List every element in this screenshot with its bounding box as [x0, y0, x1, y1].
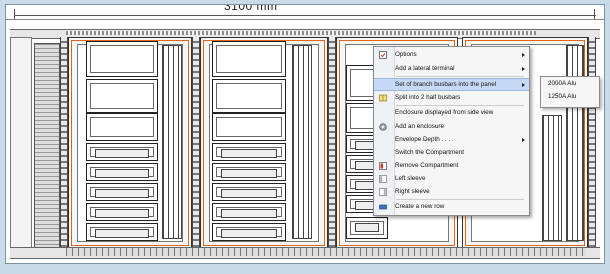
application-window: 3100 mm Options Add a lateral terminal S… — [0, 0, 610, 274]
menu-item-split-busbars[interactable]: Split into 2 half busbars — [374, 92, 529, 104]
menu-item-label: Add an enclosure — [395, 123, 445, 130]
drawer-module[interactable] — [212, 41, 286, 77]
top-busbar-rail — [66, 31, 536, 35]
cable-compartment — [566, 45, 584, 241]
menu-item-left-sleeve[interactable]: Left sleeve — [374, 173, 529, 185]
menu-item-envelope-depth[interactable]: Envelope Depth . . . . — [374, 134, 529, 146]
remove-compartment-icon — [379, 162, 387, 170]
plinth — [66, 248, 586, 256]
drawer-module[interactable] — [212, 183, 286, 201]
menu-item-label: Set of branch busbars into the panel — [395, 81, 497, 88]
frame-post — [60, 37, 68, 247]
menu-separator — [396, 199, 524, 200]
submenu-arrow-icon — [522, 83, 525, 87]
dimension-label: 3100 mm — [224, 4, 278, 13]
drawer-module[interactable] — [86, 163, 158, 181]
frame-post — [192, 37, 200, 247]
drawer-module[interactable] — [86, 79, 158, 113]
menu-item-label: Options — [395, 51, 417, 58]
submenu-arrow-icon — [522, 138, 525, 142]
menu-item-create-new-row[interactable]: Create a new row — [374, 201, 529, 213]
cable-compartment — [292, 45, 312, 239]
submenu-arrow-icon — [522, 67, 525, 71]
menu-item-label: Switch the Compartment — [395, 149, 464, 156]
menu-separator — [396, 105, 524, 106]
menu-item-label: Remove Compartment — [395, 162, 459, 169]
drawer-module[interactable] — [86, 183, 158, 201]
menu-item-options[interactable]: Options — [374, 49, 529, 61]
enclosure-icon — [379, 123, 387, 131]
menu-item-label: Split into 2 half busbars — [395, 94, 461, 101]
menu-item-right-sleeve[interactable]: Right sleeve — [374, 186, 529, 198]
menu-item-remove-compartment[interactable]: Remove Compartment — [374, 160, 529, 172]
menu-item-label: Add a lateral terminal — [395, 65, 455, 72]
submenu-arrow-icon — [522, 53, 525, 57]
drawer-module[interactable] — [86, 143, 158, 161]
drawer-module[interactable] — [86, 41, 158, 77]
drawer-module[interactable] — [86, 113, 158, 141]
left-sleeve-icon — [379, 175, 387, 183]
menu-item-enclosure-side-view[interactable]: Enclosure displayed from side view — [374, 107, 529, 119]
menu-item-label: Create a new row — [395, 203, 445, 210]
busbar-submenu: 2000A Alu 1250A Alu — [540, 76, 600, 108]
dimension-line — [14, 15, 596, 16]
menu-item-add-lateral-terminal[interactable]: Add a lateral terminal — [374, 63, 529, 75]
menu-separator — [396, 76, 524, 77]
left-sleeve-cable-zone[interactable] — [34, 43, 60, 249]
menu-item-label: Enclosure displayed from side view — [395, 109, 494, 116]
submenu-item-1250a-alu[interactable]: 1250A Alu — [548, 93, 576, 100]
drawer-module[interactable] — [86, 223, 158, 241]
cable-compartment — [162, 45, 182, 239]
drawer-module[interactable] — [212, 163, 286, 181]
right-sleeve-icon — [379, 188, 387, 196]
dimension-tick-right — [594, 9, 595, 19]
context-menu: Options Add a lateral terminal Set of br… — [373, 46, 530, 216]
submenu-item-2000a-alu[interactable]: 2000A Alu — [548, 80, 576, 87]
split-busbar-icon — [379, 94, 387, 102]
menu-item-add-enclosure[interactable]: Add an enclosure — [374, 121, 529, 133]
drawer-module[interactable] — [86, 203, 158, 221]
drawer-module[interactable] — [212, 79, 286, 113]
drawer-module[interactable] — [212, 223, 286, 241]
frame-post — [588, 37, 596, 247]
frame-post — [328, 37, 336, 247]
options-icon — [379, 51, 387, 59]
drawer-module[interactable] — [212, 143, 286, 161]
menu-item-switch-compartment[interactable]: Switch the Compartment — [374, 147, 529, 159]
dimension-tick-left — [14, 9, 15, 19]
menu-item-label: Right sleeve — [395, 188, 430, 195]
left-side-panel[interactable] — [10, 37, 32, 249]
drawer-module[interactable] — [212, 203, 286, 221]
dimension-bar: 3100 mm — [6, 5, 604, 20]
menu-item-set-branch-busbars[interactable]: Set of branch busbars into the panel — [374, 78, 529, 91]
cable-compartment — [542, 115, 562, 241]
drawer-module[interactable] — [346, 217, 388, 239]
menu-item-label: Envelope Depth . . . . — [395, 136, 454, 143]
menu-item-label: Left sleeve — [395, 175, 426, 182]
drawer-module[interactable] — [212, 113, 286, 141]
new-row-icon — [379, 204, 387, 210]
